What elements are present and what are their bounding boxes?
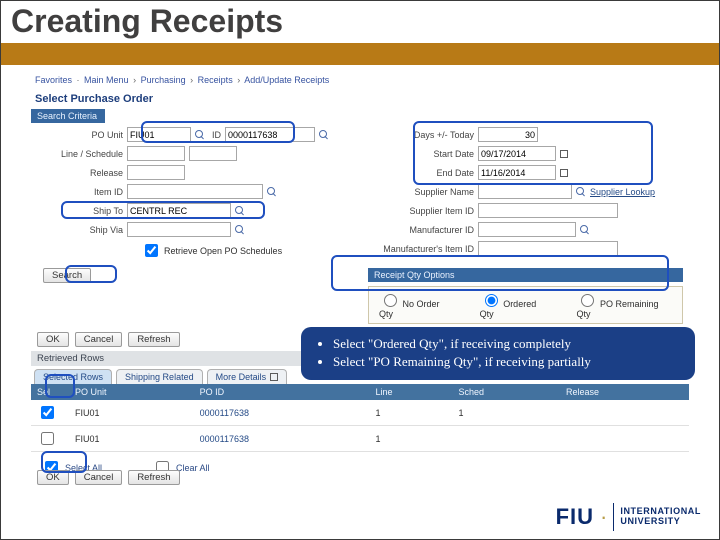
search-icon[interactable] [319,130,329,140]
breadcrumb: Favorites · Main Menu › Purchasing › Rec… [31,73,689,87]
po-id-input[interactable] [225,127,315,142]
cell-poid[interactable]: 0000117638 [194,426,370,452]
search-button[interactable]: Search [43,268,91,283]
cell-poid[interactable]: 0000117638 [194,400,370,426]
label-mfg-id: Manufacturer ID [368,225,474,235]
label-supplier-item-id: Supplier Item ID [368,206,474,216]
search-criteria-grid: PO Unit ID Line / Schedule Release Item … [31,123,689,328]
tab-selected-rows[interactable]: Selected Rows [34,369,112,384]
qty-ordered[interactable]: Ordered Qty [480,291,551,319]
start-date-input[interactable] [478,146,556,161]
label-mfg-item-id: Manufacturer's Item ID [368,244,474,254]
col-release: Release [560,384,689,400]
label-ship-via: Ship Via [37,225,123,235]
label-item-id: Item ID [37,187,123,197]
refresh-button-bottom[interactable]: Refresh [128,470,179,485]
label-end-date: End Date [368,168,474,178]
tab-shipping-related[interactable]: Shipping Related [116,369,203,384]
qty-remaining[interactable]: PO Remaining Qty [576,291,672,319]
col-po-id: PO ID [194,384,370,400]
slide-title: Creating Receipts [11,3,709,40]
receipt-qty-options: No Order Qty Ordered Qty PO Remaining Qt… [368,286,683,324]
cell-sched: 1 [453,400,560,426]
search-criteria-header: Search Criteria [31,109,105,123]
page-title: Select Purchase Order [31,87,689,109]
search-icon[interactable] [235,225,245,235]
label-po-unit: PO Unit [37,130,123,140]
label-lineschedule: Line / Schedule [37,149,123,159]
search-icon[interactable] [267,187,277,197]
search-icon[interactable] [580,225,590,235]
label-release: Release [37,168,123,178]
cell-line: 1 [369,400,452,426]
callout-bullet-2: Select "PO Remaining Qty", if receiving … [333,353,681,371]
results-table: Sel PO Unit PO ID Line Sched Release FIU… [31,384,689,452]
application-screenshot: Favorites · Main Menu › Purchasing › Rec… [31,73,689,493]
search-icon[interactable] [195,130,205,140]
cell-pounit: FIU01 [69,426,194,452]
tab-more-details[interactable]: More Details [207,369,288,384]
label-start-date: Start Date [368,149,474,159]
supplier-lookup-link[interactable]: Supplier Lookup [590,187,655,197]
label-id: ID [209,130,221,140]
receipt-qty-options-header: Receipt Qty Options [368,268,683,282]
expand-icon [270,373,278,381]
crumb-receipts[interactable]: Receipts [198,75,233,85]
cell-release [560,400,689,426]
search-icon[interactable] [235,206,245,216]
calendar-icon[interactable] [560,169,568,177]
calendar-icon[interactable] [560,150,568,158]
cell-sched [453,426,560,452]
item-id-input[interactable] [127,184,263,199]
label-days-today: Days +/- Today [368,130,474,140]
end-date-input[interactable] [478,165,556,180]
cancel-button[interactable]: Cancel [75,332,123,347]
col-po-unit: PO Unit [69,384,194,400]
cancel-button-bottom[interactable]: Cancel [75,470,123,485]
table-row: FIU01 0000117638 1 [31,426,689,452]
row-select-checkbox[interactable] [41,432,54,445]
callout-bullet-1: Select "Ordered Qty", if receiving compl… [333,335,681,353]
supplier-item-id-input[interactable] [478,203,618,218]
cell-pounit: FIU01 [69,400,194,426]
label-ship-to: Ship To [37,206,123,216]
qty-no-order[interactable]: No Order Qty [379,291,454,319]
gold-stripe [1,43,719,65]
manufacturer-item-id-input[interactable] [478,241,618,256]
instruction-callout: Select "Ordered Qty", if receiving compl… [301,327,695,380]
ok-button-bottom[interactable]: OK [37,470,69,485]
crumb-favorites[interactable]: Favorites [35,75,72,85]
fiu-logo: FIU· INTERNATIONAL UNIVERSITY [556,503,701,531]
schedule-input[interactable] [189,146,237,161]
days-input[interactable] [478,127,538,142]
ship-via-input[interactable] [127,222,231,237]
retrieve-open-checkbox[interactable] [145,244,158,257]
line-input[interactable] [127,146,185,161]
ship-to-input[interactable] [127,203,231,218]
cell-release [560,426,689,452]
cell-line: 1 [369,426,452,452]
supplier-name-input[interactable] [478,184,572,199]
crumb-purchasing[interactable]: Purchasing [141,75,186,85]
release-input[interactable] [127,165,185,180]
col-sel: Sel [31,384,69,400]
refresh-button[interactable]: Refresh [128,332,179,347]
crumb-addupdate[interactable]: Add/Update Receipts [244,75,329,85]
col-sched: Sched [453,384,560,400]
row-select-checkbox[interactable] [41,406,54,419]
search-icon[interactable] [576,187,586,197]
col-line: Line [369,384,452,400]
label-retrieve-open: Retrieve Open PO Schedules [164,246,282,256]
manufacturer-id-input[interactable] [478,222,576,237]
label-supplier-name: Supplier Name [368,187,474,197]
crumb-mainmenu[interactable]: Main Menu [84,75,129,85]
ok-button[interactable]: OK [37,332,69,347]
po-unit-input[interactable] [127,127,191,142]
table-row: FIU01 0000117638 1 1 [31,400,689,426]
